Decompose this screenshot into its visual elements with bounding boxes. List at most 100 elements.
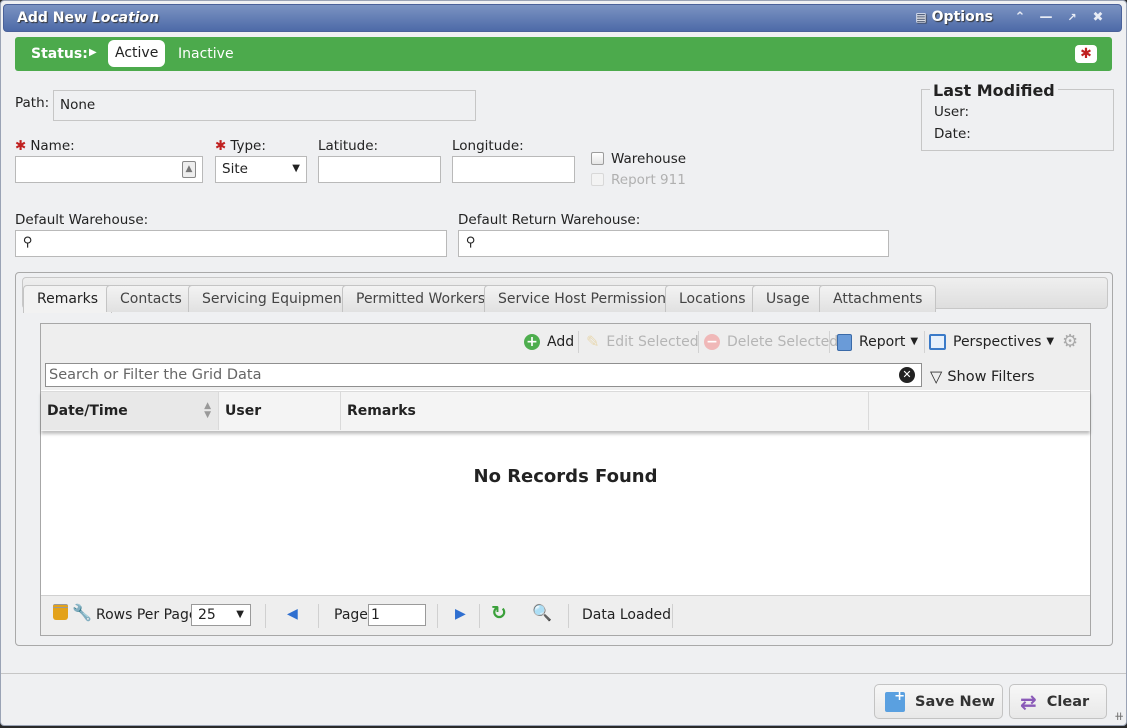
tab-permitted-workers[interactable]: Permitted Workers — [342, 285, 500, 312]
delete-selected-label: Delete Selected — [727, 334, 839, 350]
show-filters-label: Show Filters — [947, 368, 1035, 385]
add-location-window: Add New Location ▤ Options ⌃ — ↗ ✖ Statu… — [0, 0, 1127, 726]
type-select[interactable]: Site ▼ — [215, 156, 307, 183]
add-label: Add — [547, 334, 575, 350]
latitude-input[interactable] — [318, 156, 441, 183]
perspectives-button[interactable]: Perspectives ▼ — [929, 332, 1054, 352]
tab-strip: Remarks Contacts Servicing Equipment Per… — [22, 277, 1108, 313]
path-field: None — [53, 90, 476, 121]
clear-button[interactable]: ⇄ Clear — [1009, 684, 1107, 719]
list-icon: ▤ — [915, 10, 927, 24]
filter-icon: ▽ — [930, 367, 943, 386]
delete-icon: − — [704, 334, 720, 350]
lock-icon[interactable] — [53, 604, 68, 620]
dropdown-arrow-icon: ▼ — [910, 336, 919, 347]
wrench-icon[interactable]: 🔧 — [72, 603, 92, 622]
latitude-label: Latitude: — [318, 138, 379, 154]
caret-right-icon: ▶ — [89, 47, 97, 58]
last-modified-date-label: Date: — [934, 126, 971, 142]
grid-status-text: Data Loaded — [582, 607, 671, 623]
last-modified-title: Last Modified — [930, 81, 1058, 100]
rows-per-page-select[interactable]: 25 ▼ — [191, 604, 251, 626]
zoom-icon[interactable]: 🔍 — [532, 603, 552, 622]
tab-servicing-equipment[interactable]: Servicing Equipment — [188, 285, 362, 312]
report-label: Report — [859, 334, 906, 350]
next-page-icon[interactable]: ▶ — [455, 606, 466, 622]
collapse-icon[interactable]: ⌃ — [1007, 10, 1033, 25]
footer-divider — [1, 673, 1126, 674]
tab-service-host-permissions[interactable]: Service Host Permissions — [484, 285, 688, 312]
close-icon[interactable]: ✖ — [1085, 10, 1111, 25]
page-input[interactable]: 1 — [368, 604, 426, 626]
window-titlebar[interactable]: Add New Location ▤ Options ⌃ — ↗ ✖ — [3, 4, 1122, 32]
tab-remarks[interactable]: Remarks — [23, 285, 113, 313]
status-bar: Status: ▶ Active Inactive ✱ — [15, 37, 1112, 71]
default-warehouse-input[interactable] — [15, 230, 447, 257]
refresh-icon[interactable]: ↻ — [491, 602, 507, 624]
toolbar-separator — [924, 331, 925, 353]
prev-page-icon[interactable]: ◀ — [287, 606, 298, 622]
title-entity: Location — [91, 10, 160, 26]
footer-separator — [437, 604, 438, 628]
dropdown-arrow-icon: ▼ — [236, 609, 244, 620]
tab-contacts[interactable]: Contacts — [106, 285, 196, 312]
tab-locations[interactable]: Locations — [665, 285, 760, 312]
tab-usage[interactable]: Usage — [752, 285, 824, 312]
save-new-button[interactable]: + Save New — [874, 684, 1003, 719]
options-menu[interactable]: ▤ Options — [915, 9, 993, 25]
column-header-remarks[interactable]: Remarks — [341, 392, 869, 430]
last-modified-panel: Last Modified User: Date: — [921, 81, 1114, 151]
tab-attachments[interactable]: Attachments — [819, 285, 937, 312]
required-icon: ✱ — [15, 138, 27, 154]
report-button[interactable]: Report ▼ — [837, 332, 918, 352]
clear-search-icon[interactable]: ✕ — [899, 367, 915, 383]
path-label: Path: — [15, 95, 50, 111]
footer-separator — [318, 604, 319, 628]
warehouse-checkbox[interactable] — [591, 152, 604, 165]
gear-icon[interactable]: ⚙ — [1062, 331, 1078, 352]
edit-selected-label: Edit Selected — [606, 334, 699, 350]
default-return-warehouse-input[interactable] — [458, 230, 889, 257]
tabs-panel: Remarks Contacts Servicing Equipment Per… — [15, 272, 1113, 646]
required-fields-badge[interactable]: ✱ — [1075, 45, 1097, 63]
grid-search-input[interactable]: Search or Filter the Grid Data ✕ — [45, 363, 922, 387]
default-return-warehouse-label: Default Return Warehouse: — [458, 212, 641, 228]
column-header-date-time[interactable]: Date/Time ▲ ▼ — [41, 392, 219, 430]
contact-card-icon[interactable]: ▲ — [182, 161, 196, 178]
minimize-icon[interactable]: — — [1033, 10, 1059, 25]
rows-per-page-value: 25 — [198, 607, 216, 623]
column-header-user[interactable]: User — [219, 392, 341, 430]
type-label: ✱ Type: — [215, 138, 266, 154]
popout-icon[interactable]: ↗ — [1059, 11, 1085, 24]
footer-separator — [672, 604, 673, 628]
dropdown-arrow-icon: ▼ — [292, 163, 300, 174]
perspectives-icon — [929, 334, 946, 350]
report-911-checkbox-label: Report 911 — [611, 172, 686, 188]
edit-selected-button: ✎ Edit Selected — [586, 332, 699, 352]
search-icon: ⚲ — [23, 235, 33, 250]
report-book-icon — [837, 333, 852, 351]
longitude-input[interactable] — [452, 156, 575, 183]
type-select-value: Site — [222, 161, 248, 177]
show-filters-button[interactable]: ▽ Show Filters — [930, 367, 1035, 386]
add-button[interactable]: + Add — [524, 332, 574, 352]
options-label: Options — [931, 9, 993, 25]
toolbar-separator — [829, 331, 830, 353]
sort-icon[interactable]: ▲ ▼ — [204, 392, 211, 420]
name-input[interactable] — [15, 156, 203, 183]
remarks-grid: + Add ✎ Edit Selected − Delete Selected … — [40, 323, 1091, 636]
report-911-checkbox — [591, 173, 604, 186]
column-label: Date/Time — [47, 403, 128, 419]
resize-grip-icon[interactable]: ⧺ — [1114, 709, 1124, 723]
status-active-option[interactable]: Active — [108, 40, 166, 67]
last-modified-user-label: User: — [934, 104, 970, 120]
type-label-text: Type: — [230, 138, 266, 154]
required-icon: ✱ — [215, 138, 227, 154]
status-inactive-option[interactable]: Inactive — [178, 46, 234, 62]
name-label-text: Name: — [30, 138, 75, 154]
footer-separator — [265, 604, 266, 628]
warehouse-checkbox-label: Warehouse — [611, 151, 687, 167]
title-prefix: Add New — [17, 10, 92, 26]
name-label: ✱ Name: — [15, 138, 75, 154]
status-label: Status: — [31, 46, 88, 62]
